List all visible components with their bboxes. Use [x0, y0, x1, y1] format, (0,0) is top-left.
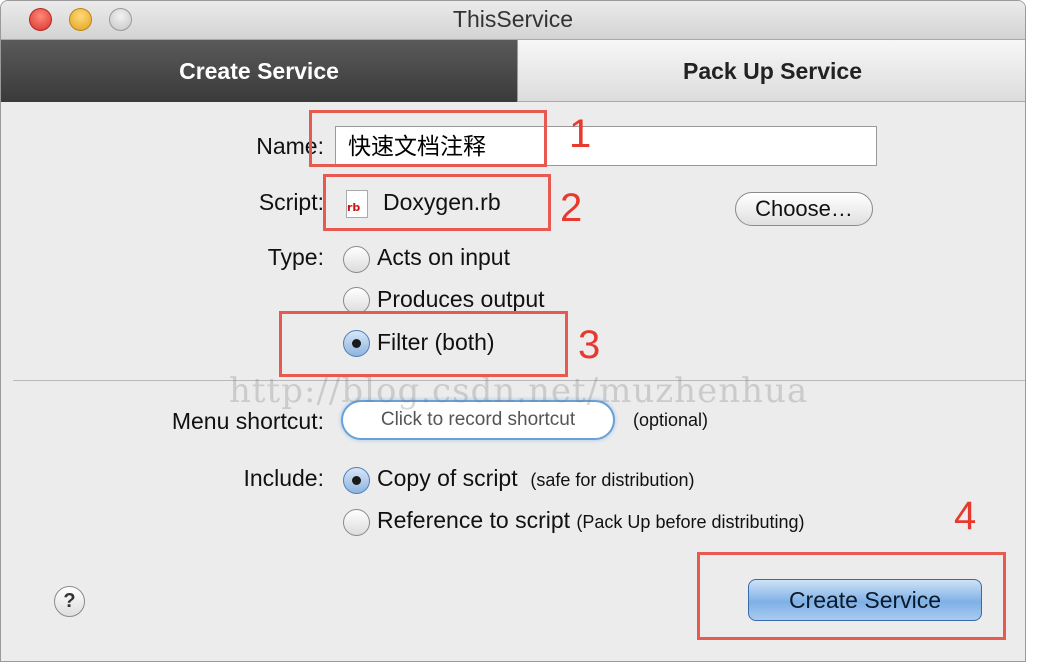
choose-script-button[interactable]: Choose… [735, 192, 873, 226]
annotation-number-3: 3 [578, 323, 601, 367]
annotation-number-2: 2 [560, 186, 583, 230]
type-produces-output-radio[interactable] [343, 287, 370, 314]
type-acts-on-input-label: Acts on input [377, 244, 510, 270]
title-bar: ThisService [1, 1, 1025, 40]
menu-shortcut-label: Menu shortcut: [171, 408, 324, 434]
annotation-box-4 [697, 552, 1006, 640]
type-label: Type: [267, 244, 324, 270]
annotation-box-3 [279, 311, 568, 377]
include-reference-radio[interactable] [343, 509, 370, 536]
annotation-box-1 [309, 110, 547, 167]
include-reference-label: Reference to script (Pack Up before dist… [377, 507, 805, 533]
annotation-number-4: 4 [954, 494, 977, 538]
annotation-box-2 [323, 174, 551, 231]
include-copy-label: Copy of script (safe for distribution) [377, 465, 695, 491]
include-label: Include: [243, 465, 324, 491]
watermark-text: http://blog.csdn.net/muzhenhua [229, 371, 809, 411]
include-copy-note: (safe for distribution) [530, 470, 695, 490]
type-acts-on-input-radio[interactable] [343, 246, 370, 273]
include-copy-radio[interactable] [343, 467, 370, 494]
tab-create-service[interactable]: Create Service [1, 40, 517, 102]
optional-note: (optional) [633, 410, 709, 430]
include-reference-note: (Pack Up before distributing) [576, 512, 805, 532]
tab-pack-up-service[interactable]: Pack Up Service [517, 40, 1025, 102]
help-button[interactable]: ? [54, 586, 85, 617]
type-produces-output-label: Produces output [377, 286, 545, 312]
script-label: Script: [258, 189, 324, 215]
window-title: ThisService [452, 6, 574, 32]
annotation-number-1: 1 [569, 112, 592, 156]
